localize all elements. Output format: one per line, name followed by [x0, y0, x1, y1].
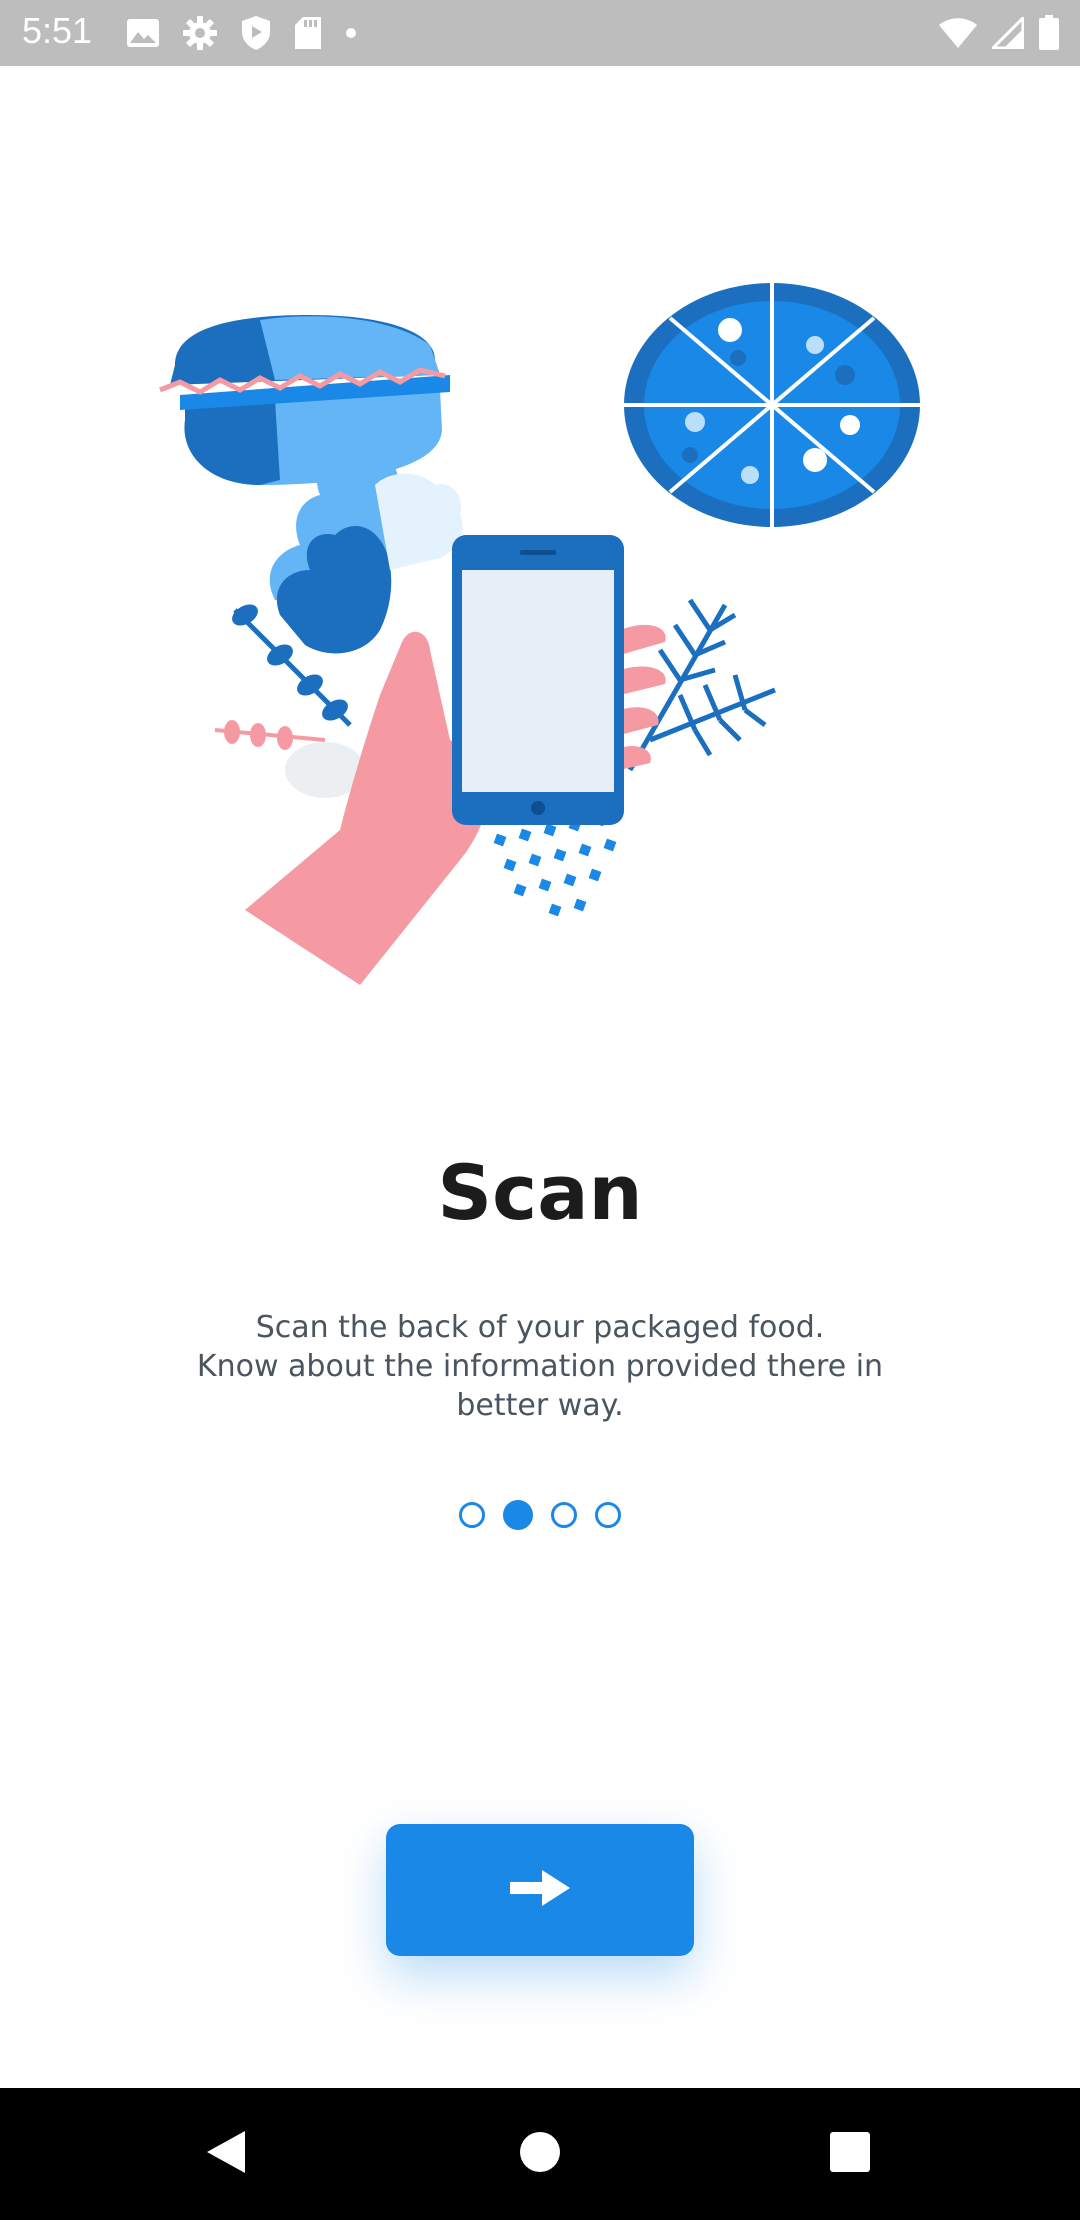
system-icons — [938, 12, 1060, 54]
signal-icon — [992, 17, 1024, 49]
wifi-icon — [938, 17, 978, 49]
status-bar: 5:51 — [0, 0, 1080, 66]
page-indicator-dot-active[interactable] — [503, 1500, 533, 1530]
description-line: Know about the information provided ther… — [196, 1349, 884, 1384]
back-button[interactable] — [166, 2088, 286, 2220]
status-time: 5:51 — [22, 10, 93, 51]
scan-illustration — [159, 282, 920, 985]
recents-icon — [829, 2131, 871, 2177]
next-button[interactable] — [386, 1824, 694, 1956]
burger-image — [159, 315, 450, 485]
recents-button[interactable] — [790, 2088, 910, 2220]
description-line: better way. — [456, 1388, 624, 1423]
dot-pattern-image — [493, 813, 617, 917]
arrow-right-icon — [510, 1870, 570, 1910]
page-indicator — [0, 1500, 1080, 1530]
page-indicator-dot[interactable] — [459, 1502, 485, 1528]
sd-card-icon — [294, 16, 322, 50]
battery-icon — [1038, 15, 1060, 51]
dot-icon — [344, 26, 358, 40]
page-description: Scan the back of your packaged food. Kno… — [150, 1308, 930, 1425]
gear-icon — [182, 15, 218, 51]
pizza-image — [624, 282, 920, 528]
description-line: Scan the back of your packaged food. — [255, 1310, 825, 1345]
navigation-bar — [0, 2088, 1080, 2220]
page-indicator-dot[interactable] — [595, 1502, 621, 1528]
home-button[interactable] — [480, 2088, 600, 2220]
home-icon — [519, 2131, 561, 2177]
image-icon — [126, 18, 160, 48]
back-icon — [205, 2129, 247, 2179]
notification-icons — [126, 12, 358, 54]
page-title: Scan — [437, 1148, 643, 1237]
shield-icon — [240, 15, 272, 51]
onboarding-screen: 5:51 Scan Scan the back of your packaged… — [0, 0, 1080, 2220]
page-indicator-dot[interactable] — [551, 1502, 577, 1528]
